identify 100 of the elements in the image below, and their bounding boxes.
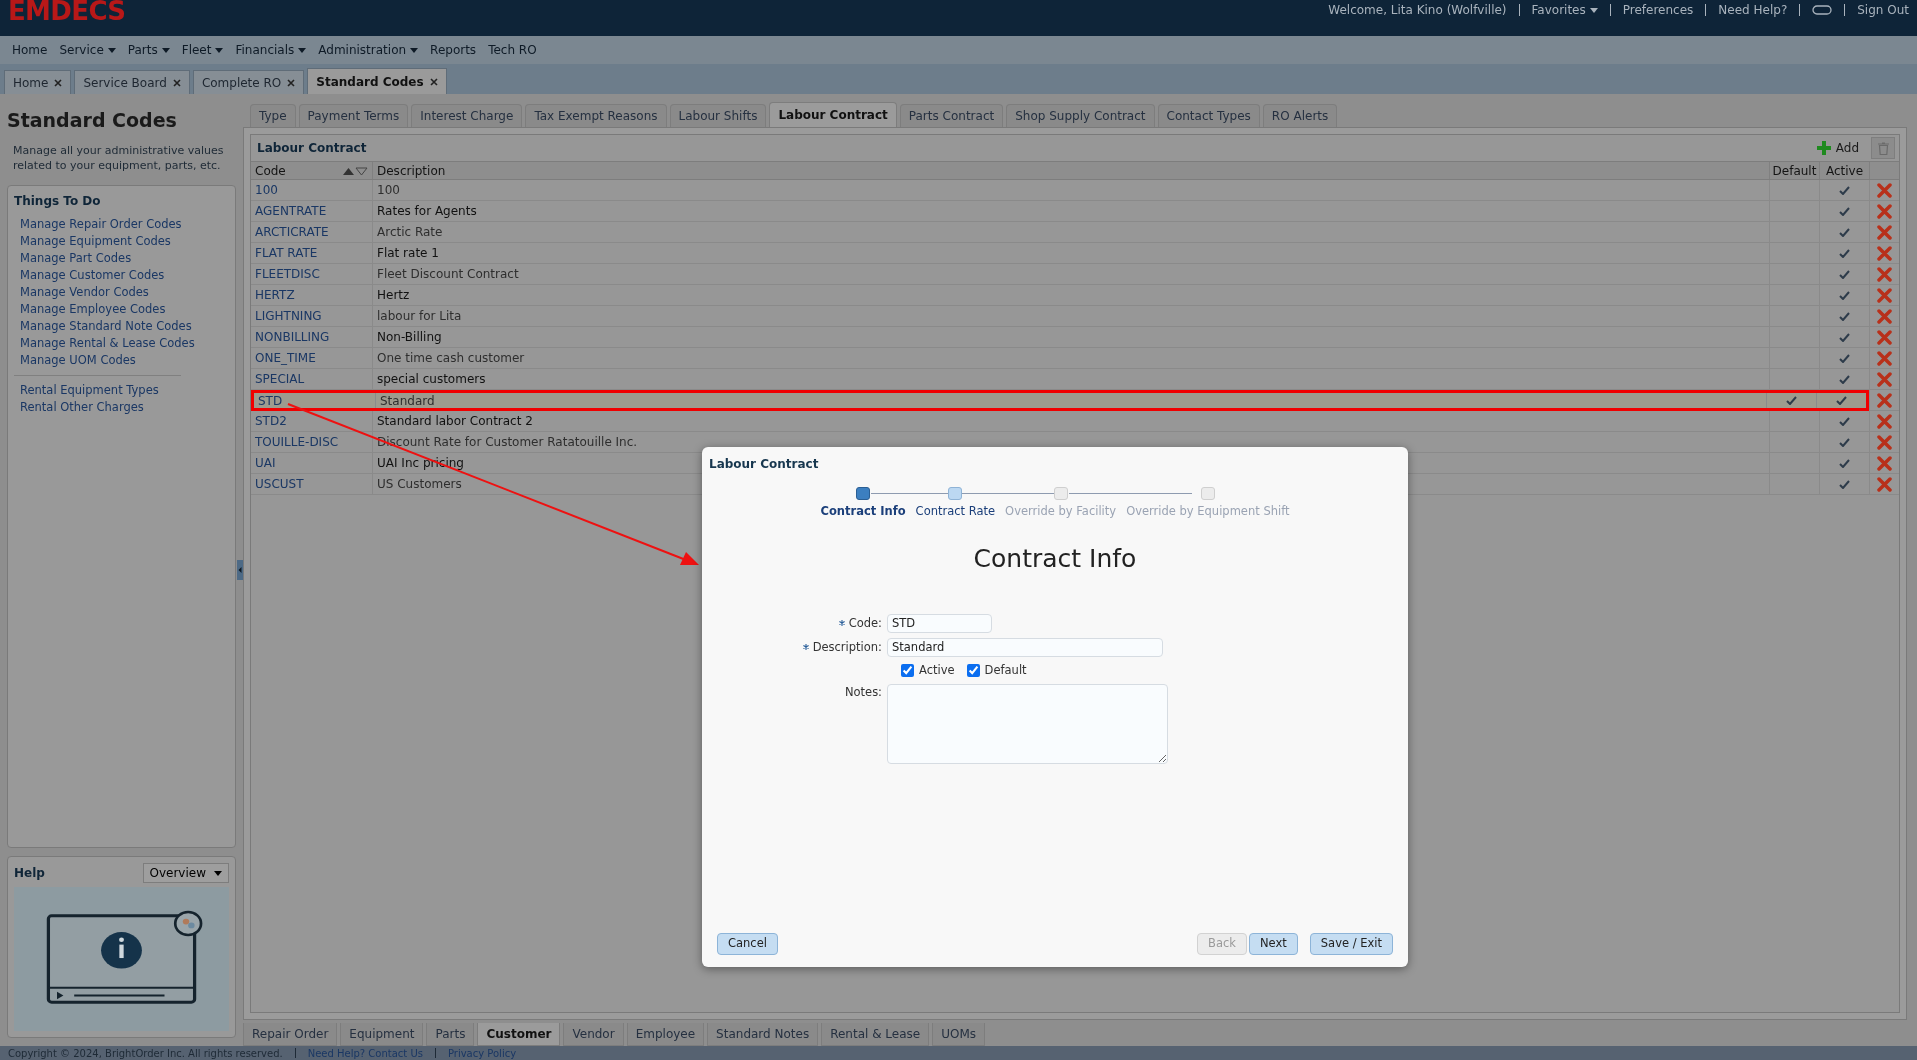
column-header[interactable]: Default	[1769, 162, 1819, 179]
code-tab[interactable]: Contact Types	[1157, 104, 1260, 127]
code-link[interactable]: AGENTRATE	[255, 202, 327, 220]
header-link[interactable]: Favorites	[1531, 1, 1598, 19]
delete-x-icon[interactable]	[1877, 392, 1892, 408]
menu-item[interactable]: Service	[59, 41, 116, 59]
delete-button[interactable]	[1871, 137, 1895, 159]
close-icon[interactable]	[172, 78, 181, 87]
bottom-tab[interactable]: UOMs	[932, 1023, 986, 1046]
delete-x-icon[interactable]	[1877, 455, 1892, 471]
page-tab[interactable]: Complete RO	[192, 70, 305, 94]
code-tab[interactable]: Payment Terms	[298, 104, 409, 127]
page-tab[interactable]: Home	[4, 70, 72, 94]
code-link[interactable]: LIGHTNING	[255, 307, 322, 325]
delete-x-icon[interactable]	[1877, 224, 1892, 240]
table-row[interactable]: AGENTRATE Rates for Agents	[251, 201, 1869, 222]
column-header[interactable]: Code	[251, 162, 373, 179]
delete-x-icon[interactable]	[1877, 350, 1892, 366]
close-icon[interactable]	[429, 77, 438, 86]
delete-x-icon[interactable]	[1877, 413, 1892, 429]
delete-x-icon[interactable]	[1877, 203, 1892, 219]
code-tab[interactable]: Tax Exempt Reasons	[525, 104, 667, 127]
delete-x-icon[interactable]	[1877, 476, 1892, 492]
column-header[interactable]: Active	[1819, 162, 1869, 179]
code-link[interactable]: TOUILLE-DISC	[255, 433, 339, 451]
bottom-tab[interactable]: Repair Order	[243, 1023, 338, 1046]
code-link[interactable]: STD	[258, 391, 283, 410]
sidebar-link[interactable]: Rental Equipment Types	[20, 381, 181, 399]
delete-x-icon[interactable]	[1877, 266, 1892, 282]
table-row[interactable]: FLAT RATE Flat rate 1	[251, 243, 1869, 264]
menu-item[interactable]: Administration	[318, 41, 419, 59]
add-button[interactable]: Add	[1815, 139, 1859, 157]
code-link[interactable]: SPECIAL	[255, 370, 305, 388]
close-icon[interactable]	[54, 78, 63, 87]
sidebar-link[interactable]: Manage Standard Note Codes	[20, 317, 229, 335]
code-tab[interactable]: Labour Contract	[769, 102, 897, 127]
menu-item[interactable]: Reports	[430, 41, 477, 59]
code-link[interactable]: STD2	[255, 412, 287, 430]
sign-out-link[interactable]: Sign Out	[1857, 1, 1909, 19]
header-link[interactable]: Preferences	[1622, 1, 1694, 19]
code-link[interactable]: ONE_TIME	[255, 349, 316, 367]
dialog-button[interactable]: Save / Exit	[1309, 933, 1393, 955]
cloud-icon[interactable]	[1812, 5, 1833, 15]
table-row[interactable]: LIGHTNING labour for Lita	[251, 306, 1869, 327]
close-icon[interactable]	[287, 78, 296, 87]
step-marker[interactable]	[856, 487, 871, 500]
table-row[interactable]: 100 100	[251, 180, 1869, 201]
sidebar-link[interactable]: Manage Rental & Lease Codes	[20, 334, 229, 352]
menu-item[interactable]: Tech RO	[488, 41, 537, 59]
menu-item[interactable]: Home	[12, 41, 48, 59]
dialog-button[interactable]: Next	[1249, 933, 1298, 955]
bottom-tab[interactable]: Vendor	[563, 1023, 624, 1046]
delete-x-icon[interactable]	[1877, 182, 1892, 198]
table-row[interactable]: HERTZ Hertz	[251, 285, 1869, 306]
menu-item[interactable]: Parts	[127, 41, 170, 59]
sidebar-link[interactable]: Manage UOM Codes	[20, 351, 229, 369]
text-field[interactable]: Standard	[887, 637, 1163, 657]
bottom-tab[interactable]: Parts	[426, 1023, 475, 1046]
dialog-button[interactable]: Cancel	[717, 933, 778, 955]
logo[interactable]: EMDECS	[8, 0, 126, 24]
sidebar-link[interactable]: Manage Vendor Codes	[20, 283, 229, 301]
help-dropdown[interactable]: Overview	[142, 863, 229, 883]
sidebar-link[interactable]: Rental Other Charges	[20, 398, 181, 416]
table-row[interactable]: STD2 Standard labor Contract 2	[251, 411, 1869, 432]
table-row[interactable]: NONBILLING Non-Billing	[251, 327, 1869, 348]
code-link[interactable]: HERTZ	[255, 286, 295, 304]
sidebar-link[interactable]: Manage Employee Codes	[20, 300, 229, 318]
bottom-tab[interactable]: Rental & Lease	[821, 1023, 930, 1046]
step-label[interactable]: Contract Rate	[915, 503, 996, 521]
checkbox[interactable]	[901, 663, 914, 677]
sidebar-link[interactable]: Manage Equipment Codes	[20, 232, 229, 250]
header-link[interactable]: Need Help?	[1718, 1, 1788, 19]
step-marker[interactable]	[948, 487, 963, 500]
delete-x-icon[interactable]	[1877, 371, 1892, 387]
page-tab[interactable]: Standard Codes	[307, 68, 447, 94]
delete-x-icon[interactable]	[1877, 245, 1892, 261]
menu-item[interactable]: Fleet	[181, 41, 224, 59]
code-tab[interactable]: Interest Charge	[411, 104, 523, 127]
code-link[interactable]: 100	[255, 181, 278, 199]
table-row[interactable]: ARCTICRATE Arctic Rate	[251, 222, 1869, 243]
step-label[interactable]: Contract Info	[820, 503, 906, 521]
code-tab[interactable]: Shop Supply Contract	[1006, 104, 1155, 127]
code-link[interactable]: USCUST	[255, 475, 304, 493]
code-tab[interactable]: RO Alerts	[1262, 104, 1338, 127]
code-link[interactable]: NONBILLING	[255, 328, 330, 346]
code-tab[interactable]: Type	[250, 104, 296, 127]
code-link[interactable]: ARCTICRATE	[255, 223, 329, 241]
delete-x-icon[interactable]	[1877, 287, 1892, 303]
code-link[interactable]: UAI	[255, 454, 276, 472]
code-tab[interactable]: Parts Contract	[899, 104, 1004, 127]
sidebar-link[interactable]: Manage Customer Codes	[20, 266, 229, 284]
code-tab[interactable]: Labour Shifts	[669, 104, 767, 127]
table-row[interactable]: STD Standard	[251, 390, 1869, 411]
bottom-tab[interactable]: Customer	[477, 1023, 561, 1046]
sidebar-link[interactable]: Manage Part Codes	[20, 249, 229, 267]
code-link[interactable]: FLEETDISC	[255, 265, 320, 283]
column-header[interactable]: Description	[373, 162, 1769, 179]
table-row[interactable]: FLEETDISC Fleet Discount Contract	[251, 264, 1869, 285]
sort-icon[interactable]	[342, 166, 368, 175]
bottom-tab[interactable]: Employee	[626, 1023, 705, 1046]
